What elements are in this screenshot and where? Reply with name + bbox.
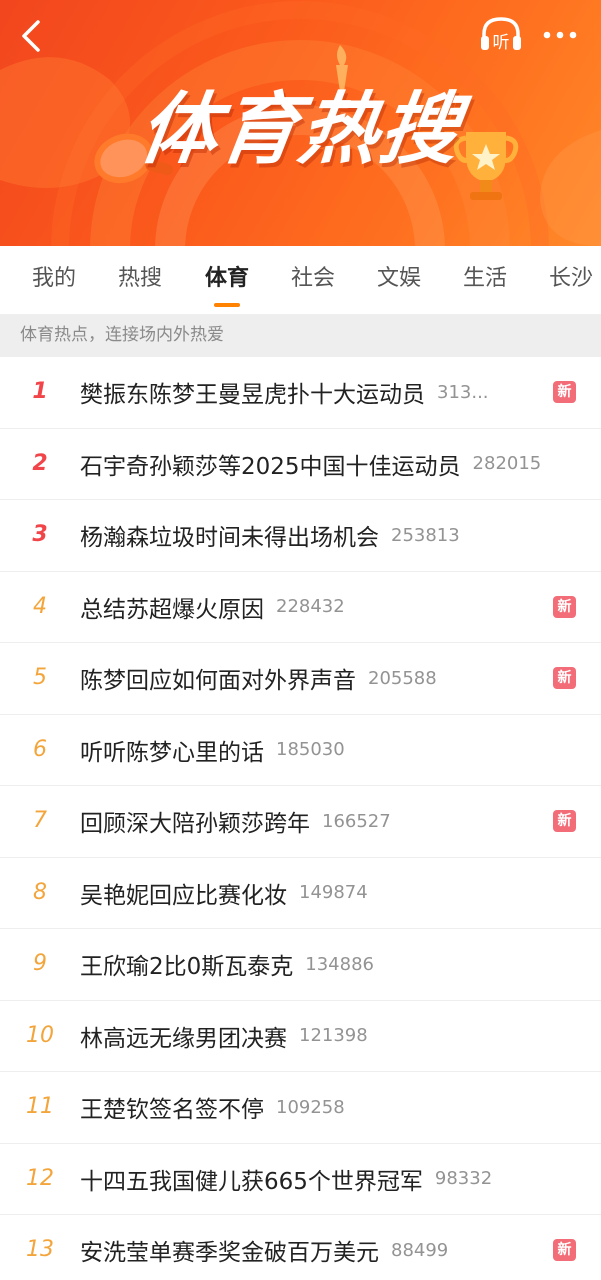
new-badge: 新 — [553, 810, 576, 832]
heat-count: 134886 — [305, 953, 374, 975]
rank-number: 1 — [32, 379, 48, 404]
rank-number: 6 — [33, 736, 47, 762]
tab-bar: 我的 热搜 体育 社会 文娱 生活 长沙 — [0, 246, 601, 314]
heat-count: 88499 — [391, 1239, 449, 1261]
heat-count: 121398 — [299, 1025, 368, 1046]
heat-count: 253813 — [391, 524, 460, 546]
tab-mine[interactable]: 我的 — [32, 246, 76, 314]
rank-number: 5 — [33, 665, 47, 690]
page-title: 体育热搜 — [133, 85, 467, 175]
item-title: 陈梦回应如何面对外界声音 — [80, 668, 356, 694]
tab-hot-search[interactable]: 热搜 — [118, 246, 162, 314]
list-item[interactable]: 4 总结苏超爆火原因 228432 新 — [0, 572, 601, 643]
list-item[interactable]: 2 石宇奇孙颖莎等2025中国十佳运动员 282015 — [0, 429, 601, 500]
item-title: 王欣瑜2比0斯瓦泰克 — [80, 954, 294, 980]
rank-number: 10 — [26, 1022, 54, 1048]
header-banner: 体育热搜 听 — [0, 0, 601, 246]
tab-life[interactable]: 生活 — [463, 246, 507, 314]
item-title: 安洗莹单赛季奖金破百万美元 — [80, 1240, 379, 1266]
rank-number: 12 — [26, 1165, 54, 1191]
more-button[interactable] — [540, 22, 582, 48]
rank-number: 8 — [33, 879, 47, 905]
headphones-icon: 听 — [481, 17, 521, 53]
heat-count: 205588 — [368, 667, 437, 689]
rank-number: 7 — [33, 808, 47, 833]
item-title: 石宇奇孙颖莎等2025中国十佳运动员 — [80, 453, 461, 480]
rank-number: 3 — [32, 522, 48, 547]
listen-label: 听 — [493, 33, 510, 53]
heat-count: 98332 — [434, 1168, 493, 1189]
tab-changsha[interactable]: 长沙 — [549, 246, 593, 314]
rank-number: 2 — [32, 450, 48, 476]
back-button[interactable] — [14, 16, 54, 56]
list-item[interactable]: 13 安洗莹单赛季奖金破百万美元 88499 新 — [0, 1215, 601, 1280]
new-badge: 新 — [553, 381, 576, 403]
list-item[interactable]: 8 吴艳妮回应比赛化妆 149874 — [0, 858, 601, 929]
new-badge: 新 — [553, 595, 576, 618]
list-item[interactable]: 12 十四五我国健儿获665个世界冠军 98332 — [0, 1144, 601, 1215]
listen-button[interactable]: 听 — [478, 14, 524, 56]
item-title: 王楚钦签名签不停 — [80, 1097, 264, 1123]
heat-count: 149874 — [299, 882, 368, 903]
rank-number: 9 — [33, 951, 47, 976]
list-item[interactable]: 11 王楚钦签名签不停 109258 — [0, 1072, 601, 1144]
list-item[interactable]: 10 林高远无缘男团决赛 121398 — [0, 1001, 601, 1072]
heat-count: 313... — [437, 381, 489, 403]
item-title: 听听陈梦心里的话 — [80, 739, 264, 766]
heat-count: 109258 — [276, 1096, 345, 1118]
item-title: 十四五我国健儿获665个世界冠军 — [80, 1168, 423, 1195]
item-title: 总结苏超爆火原因 — [80, 596, 264, 623]
rank-number: 13 — [26, 1237, 54, 1262]
tab-society[interactable]: 社会 — [291, 246, 335, 314]
item-title: 林高远无缘男团决赛 — [80, 1025, 287, 1052]
list-item[interactable]: 6 听听陈梦心里的话 185030 — [0, 715, 601, 786]
rank-number: 11 — [26, 1094, 54, 1119]
item-title: 杨瀚森垃圾时间未得出场机会 — [80, 525, 379, 551]
heat-count: 166527 — [322, 810, 391, 832]
item-title: 吴艳妮回应比赛化妆 — [80, 882, 287, 909]
tab-entertainment[interactable]: 文娱 — [377, 246, 421, 314]
heat-count: 228432 — [276, 596, 345, 617]
list-item[interactable]: 1 樊振东陈梦王曼昱虎扑十大运动员 313... 新 — [0, 357, 601, 429]
chevron-left-icon — [22, 20, 40, 52]
list-item[interactable]: 9 王欣瑜2比0斯瓦泰克 134886 — [0, 929, 601, 1001]
section-subtitle: 体育热点，连接场内外热爱 — [0, 314, 601, 357]
more-dots-icon — [543, 31, 577, 39]
item-title: 回顾深大陪孙颖莎跨年 — [80, 811, 310, 837]
active-tab-indicator — [214, 303, 240, 307]
heat-count: 185030 — [276, 739, 345, 760]
hot-search-list: 1 樊振东陈梦王曼昱虎扑十大运动员 313... 新 2 石宇奇孙颖莎等2025中… — [0, 357, 601, 1280]
new-badge: 新 — [553, 667, 576, 689]
rank-number: 4 — [33, 593, 47, 619]
new-badge: 新 — [553, 1239, 576, 1261]
heat-count: 282015 — [472, 453, 542, 474]
list-item[interactable]: 3 杨瀚森垃圾时间未得出场机会 253813 — [0, 500, 601, 572]
list-item[interactable]: 5 陈梦回应如何面对外界声音 205588 新 — [0, 643, 601, 715]
item-title: 樊振东陈梦王曼昱虎扑十大运动员 — [80, 382, 425, 408]
list-item[interactable]: 7 回顾深大陪孙颖莎跨年 166527 新 — [0, 786, 601, 858]
